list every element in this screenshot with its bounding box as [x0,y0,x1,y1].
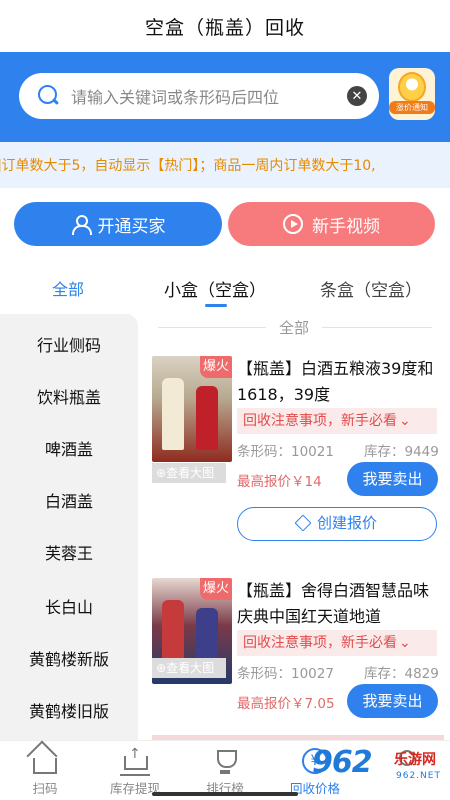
chevron-down-icon: ⌄ [399,413,411,429]
sidebar-item[interactable]: 饮料瓶盖 [0,384,138,408]
tab-underline [205,304,227,307]
bottle-shape [162,378,184,450]
view-image-label: 查看大图 [166,466,215,480]
notice-marquee: ]订单数大于5，自动显示【热门】；商品一周内订单数大于10, [0,142,450,188]
barcode-text: 条形码：10027 [237,666,334,682]
section-divider [322,327,432,328]
nav-scan[interactable]: 扫码 [0,741,90,800]
tab-small-box[interactable]: 小盒（空盒） [164,276,266,301]
tab-all[interactable]: 全部 [52,276,84,300]
sidebar-item[interactable]: 长白山 [0,594,138,618]
recycle-notice-label: 回收注意事项，新手必看 [243,635,397,651]
price-alert-label: 涨价通知 [389,101,435,114]
recycle-notice[interactable]: 回收注意事项，新手必看 ⌄ [237,630,437,656]
watermark-url: 962.NET [396,771,441,781]
play-icon [283,214,303,234]
sidebar-item[interactable]: 黄鹤楼旧版 [0,698,138,722]
price-text: 最高报价￥7.05 [237,696,335,712]
open-buyer-label: 开通买家 [97,216,166,237]
product-title: 【瓶盖】舍得白酒智慧品味庆典中国红天道地道 [237,581,430,626]
search-input[interactable]: 请输入关键词或条形码后四位 [71,84,347,108]
home-indicator[interactable] [152,792,298,796]
recycle-notice[interactable]: 回收注意事项，新手必看 ⌄ [237,408,437,434]
sidebar-item[interactable]: 芙蓉王 [0,540,138,564]
view-image-label: 查看大图 [166,661,215,675]
price-alert-button[interactable]: 涨价通知 [389,68,435,120]
pen-icon [294,514,312,532]
tutorial-video-button[interactable]: 新手视频 [228,202,435,246]
cart-icon [120,746,150,776]
view-image-button[interactable]: ⊕查看大图 [152,463,226,483]
clear-icon[interactable]: ✕ [347,86,367,106]
page-title: 空盒（瓶盖）回收 [144,16,305,39]
search-icon [37,84,61,108]
create-quote-label: 创建报价 [316,514,377,532]
nav-label: 扫码 [32,781,58,796]
chevron-down-icon: ⌄ [399,635,411,651]
stock-text: 库存：4829 [364,666,439,682]
sell-button[interactable]: 我要卖出 [347,462,438,496]
sidebar-item[interactable]: 啤酒盖 [0,436,138,460]
hot-badge: 爆火 [200,578,232,600]
recycle-notice-label: 回收注意事项，新手必看 [243,413,397,429]
product-card: 爆火 ⊕查看大图 【瓶盖】白酒五粮液39度和1618，39度 回收注意事项，新手… [152,356,444,546]
watermark-number: 962 [312,745,373,780]
price-text: 最高报价￥14 [237,474,322,490]
product-card: 爆火 ⊕查看大图 【瓶盖】舍得白酒智慧品味庆典中国红天道地道 回收注意事项，新手… [152,578,444,728]
sell-button[interactable]: 我要卖出 [347,684,438,718]
open-buyer-button[interactable]: 开通买家 [14,202,222,246]
barcode-text: 条形码：10021 [237,444,334,460]
category-sidebar: 行业侧码 饮料瓶盖 啤酒盖 白酒盖 芙蓉王 长白山 黄鹤楼新版 黄鹤楼旧版 [0,314,138,740]
watermark-logo: 962 乐游网 962.NET [312,745,444,793]
trophy-icon [210,748,240,776]
watermark-site: 乐游网 [394,752,436,768]
tutorial-video-label: 新手视频 [312,216,380,237]
view-image-button[interactable]: ⊕查看大图 [152,658,226,678]
category-tabs: 全部 小盒（空盒） 条盒（空盒） [0,268,450,310]
create-quote-button[interactable]: 创建报价 [237,507,437,541]
section-divider [158,327,266,328]
product-title: 【瓶盖】白酒五粮液39度和1618，39度 [237,359,434,404]
stock-text: 库存：9449 [364,444,439,460]
person-icon [71,215,92,235]
search-box[interactable]: 请输入关键词或条形码后四位 ✕ [19,73,379,119]
tab-strip-box[interactable]: 条盒（空盒） [320,276,422,301]
sidebar-item[interactable]: 白酒盖 [0,488,138,512]
bell-icon [398,72,426,102]
bottle-shape [196,386,218,450]
marquee-text: ]订单数大于5，自动显示【热门】；商品一周内订单数大于10, [0,158,376,174]
section-label: 全部 [279,319,310,337]
sidebar-item[interactable]: 黄鹤楼新版 [0,646,138,670]
home-icon [33,758,57,774]
search-header: 请输入关键词或条形码后四位 ✕ 涨价通知 [0,52,450,142]
title-bar: 空盒（瓶盖）回收 [0,0,450,52]
hot-badge: 爆火 [200,356,232,378]
sidebar-item[interactable]: 行业侧码 [0,332,138,356]
